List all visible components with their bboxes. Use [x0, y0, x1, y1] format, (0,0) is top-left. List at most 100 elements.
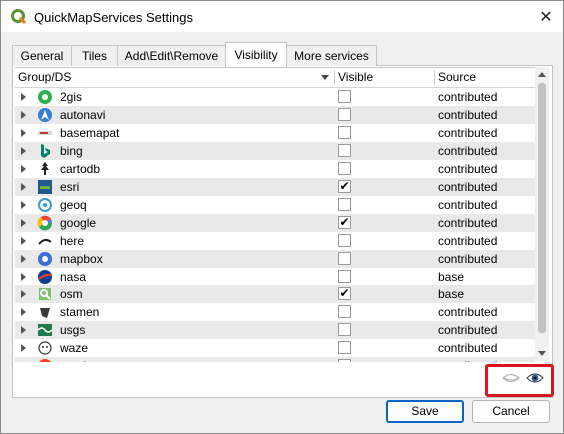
visible-checkbox[interactable] — [338, 269, 351, 283]
tree-row[interactable]: google ✔ contributed — [15, 213, 535, 232]
expand-arrow-icon[interactable] — [21, 308, 26, 317]
ds-name: osm — [60, 287, 83, 302]
tree-row[interactable]: stamen contributed — [15, 303, 535, 321]
visible-checkbox[interactable] — [338, 251, 351, 265]
visible-checkbox[interactable] — [338, 90, 351, 103]
scroll-thumb[interactable] — [538, 83, 546, 333]
expand-arrow-icon[interactable] — [21, 200, 26, 209]
expand-arrow-icon[interactable] — [21, 326, 26, 335]
expand-arrow-icon[interactable] — [21, 254, 26, 263]
expand-arrow-icon[interactable] — [21, 218, 26, 227]
expand-arrow-icon[interactable] — [21, 110, 26, 119]
column-header-source[interactable]: Source — [435, 68, 535, 87]
cancel-button[interactable]: Cancel — [472, 400, 550, 423]
close-button[interactable]: ✕ — [529, 1, 563, 32]
expand-arrow-icon[interactable] — [21, 128, 26, 137]
visible-checkbox[interactable] — [338, 107, 351, 121]
osm-icon — [39, 288, 51, 301]
scroll-up-icon[interactable] — [538, 72, 546, 77]
visible-checkbox[interactable]: ✔ — [338, 215, 351, 229]
bing-icon — [41, 143, 50, 158]
source-value: contributed — [438, 323, 498, 338]
tree-row[interactable]: mapbox contributed — [15, 249, 535, 268]
tree-row[interactable]: here contributed — [15, 232, 535, 250]
source-value: contributed — [438, 90, 498, 104]
tree-row[interactable]: cartodb contributed — [15, 160, 535, 178]
ds-name: mapbox — [60, 251, 103, 266]
esri-icon — [38, 179, 52, 194]
ds-name: yandex — [60, 359, 99, 362]
visible-checkbox[interactable]: ✔ — [338, 179, 351, 193]
tree-row[interactable]: 2gis contributed — [15, 88, 535, 106]
ds-name: waze — [60, 341, 89, 356]
here-icon — [38, 238, 52, 245]
expand-arrow-icon[interactable] — [21, 290, 26, 299]
mapbox-icon — [38, 251, 52, 266]
source-value: contributed — [438, 215, 498, 230]
column-header-visible[interactable]: Visible — [335, 68, 435, 87]
visible-checkbox[interactable] — [338, 233, 351, 247]
tree-row[interactable]: bing contributed — [15, 141, 535, 160]
title-bar: QuickMapServices Settings ✕ — [1, 1, 563, 32]
tab-visibility[interactable]: Visibility — [225, 42, 287, 67]
autonavi-icon — [38, 107, 52, 122]
expand-arrow-icon[interactable] — [21, 93, 26, 101]
ds-name: basemapat — [60, 125, 120, 140]
expand-arrow-icon[interactable] — [21, 236, 26, 245]
source-value: contributed — [438, 125, 498, 140]
sort-descending-icon — [321, 75, 329, 80]
tree-row[interactable]: nasa base — [15, 268, 535, 286]
tree-row[interactable]: autonavi contributed — [15, 105, 535, 124]
expand-arrow-icon[interactable] — [21, 272, 26, 281]
visible-checkbox[interactable]: ✔ — [338, 287, 351, 301]
source-value: contributed — [438, 107, 498, 122]
source-value: contributed — [438, 161, 498, 176]
waze-icon — [38, 341, 52, 355]
tree-row[interactable]: basemapat contributed — [15, 124, 535, 142]
ds-name: nasa — [60, 269, 87, 284]
tree-row[interactable]: yandex contributed — [15, 357, 535, 362]
visible-checkbox[interactable] — [338, 197, 351, 211]
nasa-icon — [38, 269, 52, 284]
scroll-down-icon[interactable] — [538, 351, 546, 356]
visible-checkbox[interactable] — [338, 305, 351, 319]
visible-checkbox[interactable] — [338, 341, 351, 355]
source-value: contributed — [438, 305, 498, 320]
ds-name: bing — [60, 143, 83, 158]
expand-arrow-icon[interactable] — [21, 182, 26, 191]
ds-name: geoq — [60, 197, 87, 212]
show-all-icon[interactable] — [526, 371, 544, 385]
expand-arrow-icon[interactable] — [21, 164, 26, 173]
tree-row[interactable]: geoq contributed — [15, 196, 535, 214]
tab-tiles[interactable]: Tiles — [71, 45, 118, 66]
data-source-tree[interactable]: Group/DS Visible Source 2gis contributed a… — [15, 67, 535, 362]
close-icon: ✕ — [539, 8, 553, 26]
2gis-icon — [38, 90, 52, 104]
qgis-icon — [11, 9, 27, 25]
tree-row[interactable]: waze contributed — [15, 339, 535, 357]
save-button[interactable]: Save — [386, 400, 464, 423]
tree-row[interactable]: esri ✔ contributed — [15, 177, 535, 196]
ds-name: cartodb — [60, 161, 101, 176]
tree-row[interactable]: usgs contributed — [15, 321, 535, 340]
vertical-scrollbar[interactable] — [535, 67, 549, 361]
visible-checkbox[interactable] — [338, 125, 351, 139]
ds-name: esri — [60, 179, 80, 194]
source-value: contributed — [438, 197, 498, 212]
stamen-icon — [40, 308, 50, 319]
visible-checkbox[interactable] — [338, 143, 351, 157]
ds-name: stamen — [60, 305, 100, 320]
source-value: base — [438, 269, 465, 284]
expand-arrow-icon[interactable] — [21, 146, 26, 155]
expand-arrow-icon[interactable] — [21, 344, 26, 353]
tab-add-edit-remove[interactable]: Add\Edit\Remove — [117, 45, 226, 66]
visible-checkbox[interactable] — [338, 359, 351, 362]
visible-checkbox[interactable] — [338, 161, 351, 175]
tab-general[interactable]: General — [12, 45, 72, 66]
visible-checkbox[interactable] — [338, 323, 351, 337]
source-value: contributed — [438, 233, 498, 248]
tab-more-services[interactable]: More services — [286, 45, 377, 66]
column-header-group[interactable]: Group/DS — [15, 68, 335, 87]
hide-all-icon[interactable] — [502, 372, 520, 384]
tree-row[interactable]: osm ✔ base — [15, 285, 535, 304]
